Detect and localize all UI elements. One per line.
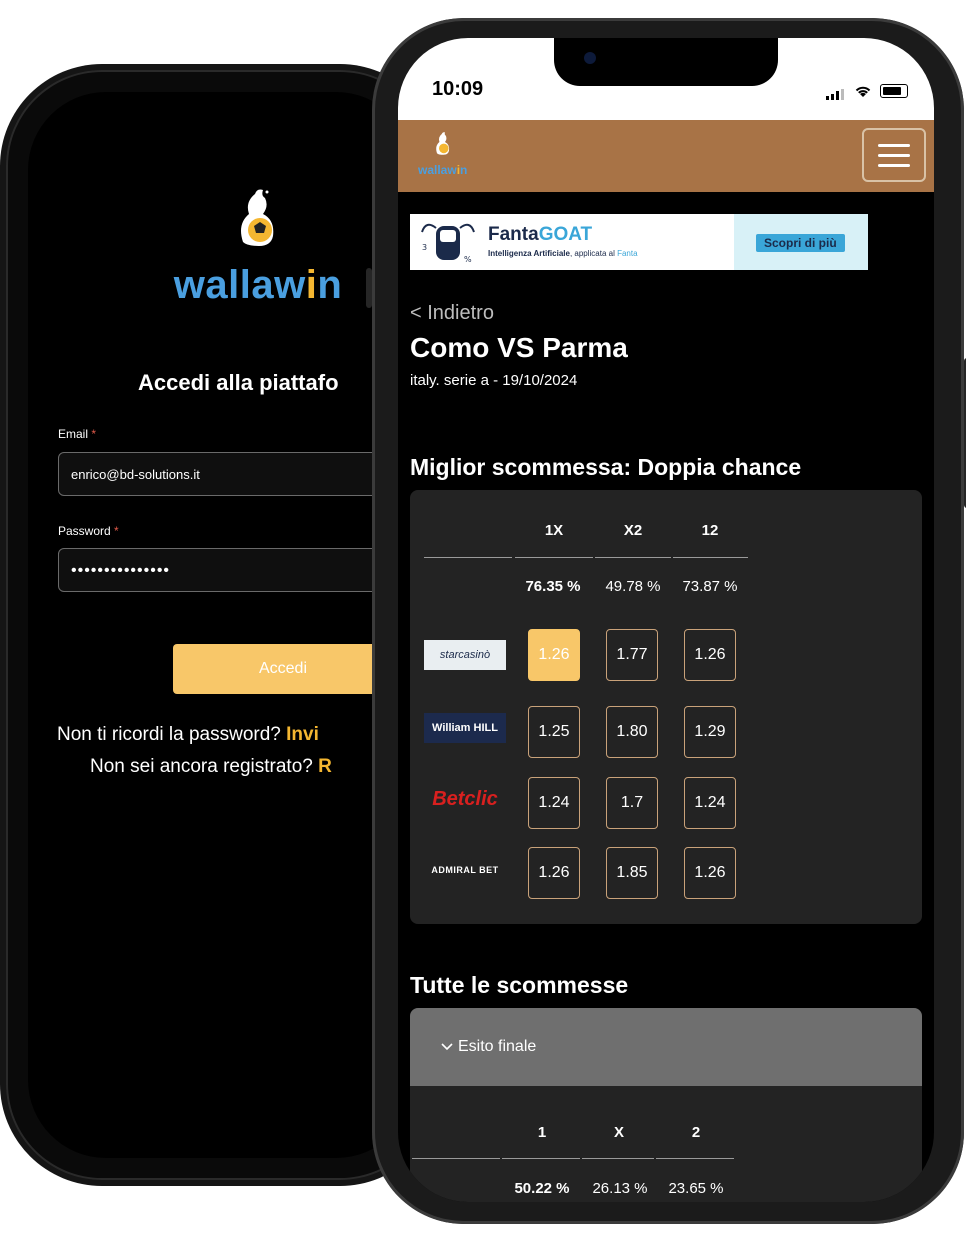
- status-bar: 10:09: [398, 38, 934, 120]
- ad-cta-area: Scopri di più: [734, 214, 868, 270]
- odd-button[interactable]: 1.26: [684, 629, 736, 681]
- col-header-1x: 1X: [544, 522, 564, 539]
- odd-button[interactable]: 1.24: [528, 777, 580, 829]
- header-divider: [515, 557, 593, 558]
- header-divider: [656, 1158, 734, 1159]
- status-time: 10:09: [432, 78, 484, 100]
- match-phone: 10:09 wallawin 3 % FantaGOAT Intelligenz…: [366, 18, 966, 1224]
- accordion-esito-finale[interactable]: Esito finale: [410, 1008, 922, 1086]
- odd-button[interactable]: 1.80: [606, 706, 658, 758]
- col-header-x: X: [613, 1124, 624, 1141]
- pct-x2: 49.78 %: [605, 578, 661, 595]
- svg-text:%: %: [464, 255, 472, 264]
- fantagoat-ad[interactable]: 3 % FantaGOAT Intelligenza Artificiale, …: [410, 214, 868, 270]
- header-divider: [502, 1158, 580, 1159]
- chevron-down-icon: [441, 1043, 453, 1050]
- notch: [554, 38, 778, 86]
- odd-button[interactable]: 1.24: [684, 777, 736, 829]
- pct-1: 50.22 %: [514, 1180, 570, 1197]
- ad-cta-button[interactable]: Scopri di più: [756, 234, 845, 252]
- register-line: Non sei ancora registrato? R: [90, 756, 332, 777]
- hamburger-icon[interactable]: [862, 128, 926, 182]
- pct-2: 23.65 %: [668, 1180, 724, 1197]
- kangaroo-ball-icon: [435, 132, 449, 155]
- all-bets-title: Tutte le scommesse: [410, 972, 629, 998]
- match-subtitle: italy. serie a - 19/10/2024: [410, 372, 578, 389]
- email-label: Email *: [58, 427, 97, 441]
- odd-button[interactable]: 1.25: [528, 706, 580, 758]
- kangaroo-ball-icon: [241, 189, 274, 246]
- signal-icon: [826, 82, 846, 100]
- all-bets-card: 1 X 2 50.22 % 26.13 % 23.65 %: [410, 1086, 922, 1202]
- header-divider: [412, 1158, 500, 1159]
- login-title: Accedi alla piattafo: [138, 370, 339, 395]
- header-divider: [673, 557, 748, 558]
- match-screen: 10:09 wallawin 3 % FantaGOAT Intelligenz…: [398, 38, 934, 1202]
- header-divider: [595, 557, 671, 558]
- battery-icon: [880, 84, 908, 98]
- odd-button[interactable]: 1.26: [528, 847, 580, 899]
- side-button: [366, 268, 372, 308]
- best-bet-title: Miglior scommessa: Doppia chance: [410, 454, 802, 480]
- pct-x: 26.13 %: [592, 1180, 648, 1197]
- odd-button[interactable]: 1.26: [684, 847, 736, 899]
- accordion-label: Esito finale: [440, 1038, 536, 1056]
- col-header-1: 1: [537, 1124, 547, 1141]
- camera-icon: [584, 52, 596, 64]
- forgot-password-link[interactable]: Invi: [286, 724, 319, 745]
- col-header-x2: X2: [623, 522, 643, 539]
- starcasino-logo: starcasinò: [424, 640, 506, 670]
- admiral-bet-logo: ADMIRAL BET: [431, 865, 499, 875]
- odd-button[interactable]: 1.85: [606, 847, 658, 899]
- register-link[interactable]: R: [318, 756, 332, 777]
- col-header-2: 2: [691, 1124, 701, 1141]
- col-header-12: 12: [701, 522, 719, 539]
- header-logo[interactable]: wallawin: [418, 130, 467, 177]
- back-link[interactable]: < Indietro: [410, 302, 494, 325]
- app-header: wallawin: [398, 120, 934, 192]
- login-screen: wallawin Accedi alla piattafo Email * en…: [28, 92, 414, 1158]
- login-button[interactable]: Accedi: [173, 644, 393, 694]
- header-brand: wallawin: [418, 163, 468, 177]
- goat-mascot-icon: 3 %: [421, 223, 475, 264]
- email-field[interactable]: enrico@bd-solutions.it: [58, 452, 398, 496]
- odd-button[interactable]: 1.26: [528, 629, 580, 681]
- wifi-icon: [855, 86, 871, 97]
- odd-button[interactable]: 1.29: [684, 706, 736, 758]
- status-icons: [826, 82, 908, 100]
- header-divider: [582, 1158, 654, 1159]
- match-title: Como VS Parma: [410, 332, 628, 363]
- svg-text:3: 3: [422, 243, 427, 252]
- william-hill-logo: William HILL: [424, 713, 506, 743]
- odd-button[interactable]: 1.77: [606, 629, 658, 681]
- password-label: Password *: [58, 524, 119, 538]
- forgot-password-line: Non ti ricordi la password? Invi: [57, 724, 319, 745]
- password-field[interactable]: •••••••••••••••: [58, 548, 398, 592]
- wallawin-logo: wallawin: [168, 184, 348, 308]
- odd-button[interactable]: 1.7: [606, 777, 658, 829]
- betclic-logo: Betclic: [432, 787, 498, 810]
- header-divider: [424, 557, 512, 558]
- ad-brand: FantaGOAT: [488, 224, 593, 245]
- ad-tagline: Intelligenza Artificiale, applicata al F…: [488, 249, 638, 258]
- pct-1x: 76.35 %: [525, 578, 581, 595]
- pct-12: 73.87 %: [682, 578, 738, 595]
- best-bet-card: 1X X2 12 76.35 % 49.78 % 73.87 % starcas…: [410, 490, 922, 924]
